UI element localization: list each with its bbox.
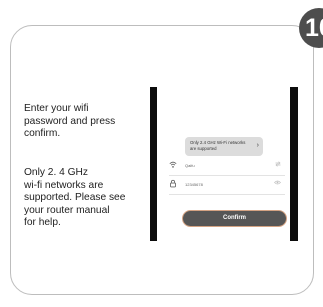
phone-screenshot: Only 2.4 GHz Wi-Fi networks are supporte… xyxy=(150,87,298,241)
phone-bezel-right xyxy=(290,87,298,241)
lock-icon xyxy=(169,179,177,188)
eye-icon[interactable] xyxy=(274,180,281,185)
chevron-right-icon: › xyxy=(256,142,259,149)
instruction-text-network-note: Only 2. 4 GHz wi-fi networks are support… xyxy=(24,167,126,229)
wifi-password-value: 12345678 xyxy=(185,182,203,187)
network-support-tooltip[interactable]: Only 2.4 GHz Wi-Fi networks are supporte… xyxy=(185,137,263,156)
wifi-network-value: Qaifu xyxy=(185,163,195,168)
phone-bezel-left xyxy=(150,87,157,241)
phone-screen: Only 2.4 GHz Wi-Fi networks are supporte… xyxy=(157,87,290,241)
tooltip-text: Only 2.4 GHz Wi-Fi networks are supporte… xyxy=(190,140,246,151)
confirm-button[interactable]: Confirm xyxy=(182,210,287,227)
wifi-network-field[interactable]: Qaifu xyxy=(169,157,285,176)
instruction-text-password: Enter your wifi password and press confi… xyxy=(24,103,116,140)
swap-icon[interactable] xyxy=(275,161,281,167)
wifi-icon xyxy=(169,161,177,168)
wifi-password-field[interactable]: 12345678 xyxy=(169,176,285,195)
